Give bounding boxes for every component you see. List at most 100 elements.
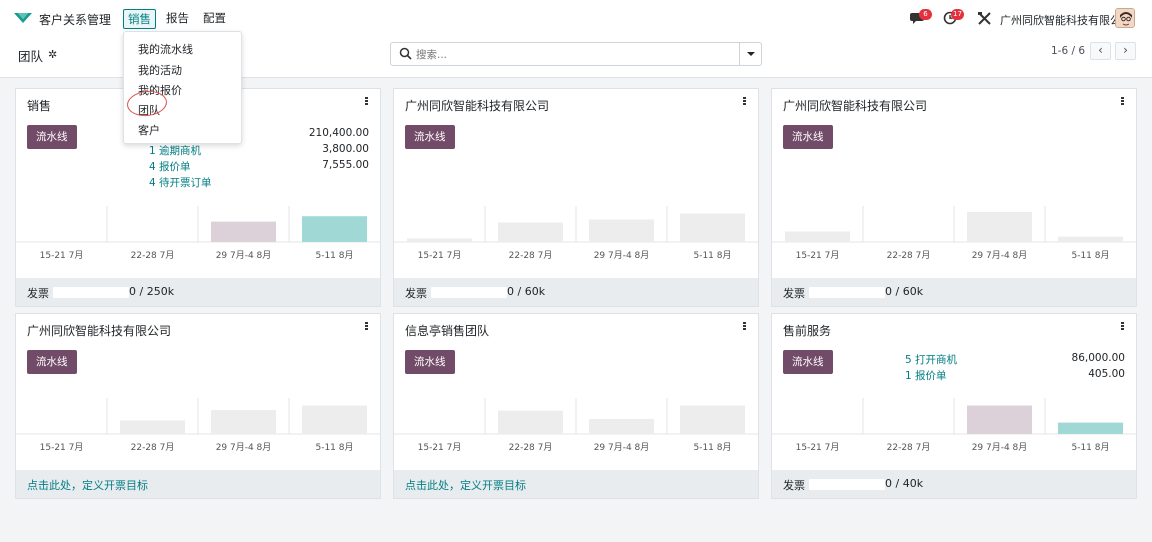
stat-link[interactable]: 4 待开票订单 — [149, 177, 212, 189]
team-card[interactable]: 广州同欣智能科技有限公司 流水线 15-21 7月 22-28 7月 29 7月-4 8… — [15, 313, 381, 499]
team-card[interactable]: 信息亭销售团队 流水线 15-21 7月 22-28 7月 29 7月-4 8月 5-11… — [393, 313, 759, 499]
card-title[interactable]: 售前服务 — [783, 322, 831, 339]
user-avatar-icon — [1116, 9, 1134, 27]
stat-link[interactable]: 4 报价单 — [149, 161, 191, 173]
gear-icon[interactable]: ✲ — [48, 48, 57, 61]
activity-chart: 15-21 7月 22-28 7月 29 7月-4 8月 5-11 8月 — [16, 206, 380, 261]
menu-config[interactable]: 配置 — [199, 9, 230, 27]
menu-sales[interactable]: 销售 — [123, 9, 156, 29]
invoice-progress-bar[interactable] — [809, 479, 885, 490]
chart-tick-label: 15-21 7月 — [40, 250, 84, 261]
chart-tick-label: 22-28 7月 — [887, 442, 931, 453]
chart-tick-label: 5-11 8月 — [693, 442, 731, 453]
chart-bar[interactable] — [589, 219, 654, 243]
card-title[interactable]: 销售 — [27, 97, 51, 114]
chart-tick-label: 15-21 7月 — [418, 250, 462, 261]
app-logo-icon[interactable] — [13, 11, 33, 25]
chart-bar[interactable] — [498, 410, 563, 434]
chart-bar[interactable] — [589, 419, 654, 434]
dropdown-item-customers[interactable]: 客户 — [138, 122, 160, 138]
chart-tick-label: 29 7月-4 8月 — [216, 250, 272, 261]
chart-bar[interactable] — [211, 410, 276, 434]
pipeline-button[interactable]: 流水线 — [405, 350, 455, 374]
search-input[interactable] — [416, 46, 736, 63]
chart-tick-label: 15-21 7月 — [40, 442, 84, 453]
chart-bar[interactable] — [967, 212, 1032, 242]
card-menu-icon[interactable] — [365, 97, 368, 107]
chart-tick-label: 22-28 7月 — [509, 250, 553, 261]
define-invoice-target-link[interactable]: 点击此处，定义开票目标 — [405, 477, 526, 493]
user-avatar[interactable] — [1115, 8, 1135, 28]
chart-tick-label: 29 7月-4 8月 — [972, 250, 1028, 261]
chart-bar[interactable] — [302, 405, 367, 435]
team-card[interactable]: 广州同欣智能科技有限公司 流水线 15-21 7月 22-28 7月 29 7月-4 8… — [771, 88, 1137, 307]
pager-prev-button[interactable]: ‹ — [1090, 42, 1111, 60]
menu-report[interactable]: 报告 — [162, 9, 193, 27]
tools-icon[interactable] — [977, 11, 993, 25]
chart-bar[interactable] — [211, 221, 276, 242]
invoice-progress-bar[interactable] — [53, 287, 129, 298]
card-menu-icon[interactable] — [1121, 97, 1124, 107]
stat-link[interactable]: 1 报价单 — [905, 370, 947, 382]
dropdown-item-my-pipeline[interactable]: 我的流水线 — [138, 41, 193, 57]
stat-link[interactable]: 1 逾期商机 — [149, 145, 201, 157]
chart-bar[interactable] — [785, 231, 850, 243]
pager-value[interactable]: 1-6 / 6 — [1051, 45, 1085, 57]
card-menu-icon[interactable] — [743, 322, 746, 332]
app-title[interactable]: 客户关系管理 — [39, 11, 111, 28]
chart-tick-label: 5-11 8月 — [315, 250, 353, 261]
stat-row: 4 报价单 7,555.00 — [149, 159, 369, 174]
chart-bar[interactable] — [967, 405, 1032, 435]
team-card[interactable]: 售前服务 流水线 5 打开商机 86,000.00 1 报价单 405.00 15-21 7… — [771, 313, 1137, 499]
card-title[interactable]: 广州同欣智能科技有限公司 — [405, 97, 549, 114]
define-invoice-target-link[interactable]: 点击此处，定义开票目标 — [27, 477, 148, 493]
search-options-toggle[interactable] — [739, 43, 761, 65]
chart-bar[interactable] — [1058, 236, 1123, 242]
breadcrumb: 团队 — [18, 49, 44, 64]
chart-tick-label: 5-11 8月 — [1071, 250, 1109, 261]
activity-chart: 15-21 7月 22-28 7月 29 7月-4 8月 5-11 8月 — [772, 206, 1136, 261]
search-bar[interactable] — [390, 42, 762, 66]
stat-value: 7,555.00 — [322, 159, 369, 171]
activities-badge: 17 — [951, 9, 964, 20]
chart-tick-label: 29 7月-4 8月 — [972, 442, 1028, 453]
pipeline-button[interactable]: 流水线 — [27, 125, 77, 149]
card-menu-icon[interactable] — [365, 322, 368, 332]
search-icon — [399, 47, 412, 60]
pipeline-button[interactable]: 流水线 — [27, 350, 77, 374]
stat-link[interactable]: 5 打开商机 — [905, 354, 957, 366]
pipeline-button[interactable]: 流水线 — [405, 125, 455, 149]
invoice-progress-bar[interactable] — [809, 287, 885, 298]
card-menu-icon[interactable] — [743, 97, 746, 107]
invoice-progress-value: 0 / 60k — [885, 285, 924, 298]
chevron-down-icon — [747, 52, 755, 56]
chart-bar[interactable] — [498, 222, 563, 243]
chart-bar[interactable] — [680, 405, 745, 435]
card-title[interactable]: 广州同欣智能科技有限公司 — [783, 97, 927, 114]
pager-next-button[interactable]: › — [1115, 42, 1136, 60]
stat-row: 5 打开商机 86,000.00 — [905, 352, 1125, 367]
chart-tick-label: 15-21 7月 — [418, 442, 462, 453]
chart-tick-label: 29 7月-4 8月 — [594, 250, 650, 261]
card-footer: 发票 0 / 60k — [772, 278, 1136, 306]
card-footer: 发票 0 / 40k — [772, 470, 1136, 498]
pipeline-button[interactable]: 流水线 — [783, 125, 833, 149]
pipeline-button[interactable]: 流水线 — [783, 350, 833, 374]
chart-bar[interactable] — [302, 216, 367, 242]
team-card[interactable]: 广州同欣智能科技有限公司流水线 15-21 7月 22-28 7月 29 7月-4 8… — [393, 88, 759, 307]
dropdown-item-my-activities[interactable]: 我的活动 — [138, 62, 182, 78]
card-menu-icon[interactable] — [1121, 322, 1124, 332]
company-switcher[interactable]: 广州同欣智能科技有限公司 — [1000, 12, 1132, 28]
invoice-progress-bar[interactable] — [431, 287, 507, 298]
chart-bar[interactable] — [407, 238, 472, 242]
chart-bar[interactable] — [1058, 422, 1123, 434]
card-title[interactable]: 信息亭销售团队 — [405, 322, 489, 339]
stat-row: 4 待开票订单 — [149, 175, 369, 190]
invoice-progress-value: 0 / 40k — [885, 477, 924, 490]
stat-value: 86,000.00 — [1071, 352, 1125, 364]
chart-tick-label: 22-28 7月 — [131, 250, 175, 261]
invoice-label: 发票 — [27, 287, 49, 300]
chart-bar[interactable] — [680, 213, 745, 243]
chart-bar[interactable] — [120, 420, 185, 435]
card-title[interactable]: 广州同欣智能科技有限公司 — [27, 322, 171, 339]
